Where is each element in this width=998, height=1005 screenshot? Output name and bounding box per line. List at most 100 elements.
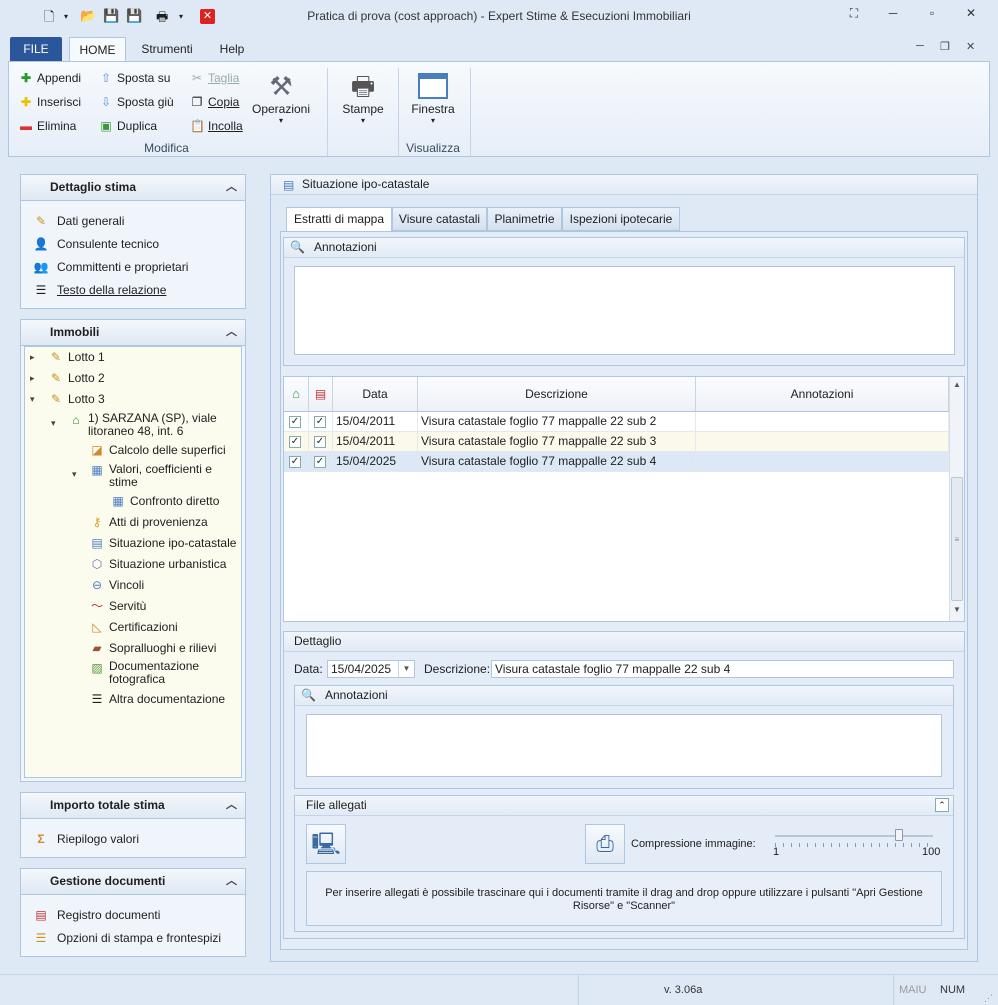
move-up-button[interactable]: ⇧ Sposta su	[99, 69, 170, 87]
tree-node-foto[interactable]: ▨ Documentazione fotografica	[89, 660, 219, 686]
resize-grip-icon[interactable]: ⋰	[984, 993, 993, 1004]
cell-data[interactable]: 15/04/2011	[333, 432, 418, 452]
annotazioni-textarea[interactable]	[294, 266, 955, 355]
ribbon-minimize-icon[interactable]: ─	[916, 40, 924, 52]
tab-estratti-mappa[interactable]: Estratti di mappa	[286, 207, 392, 232]
cell-annotazioni[interactable]	[696, 432, 949, 452]
cell-descrizione[interactable]: Visura catastale foglio 77 mappalle 22 s…	[418, 412, 696, 432]
ribbon-restore-icon[interactable]: ❐	[940, 40, 950, 53]
cell-descrizione[interactable]: Visura catastale foglio 77 mappalle 22 s…	[418, 452, 696, 472]
scroll-down-icon[interactable]: ▼	[950, 605, 964, 614]
column-header-data[interactable]: Data	[333, 377, 418, 412]
tab-file[interactable]: FILE	[10, 37, 62, 62]
chevron-up-icon[interactable]: ︿	[226, 175, 237, 200]
column-header-descrizione[interactable]: Descrizione	[418, 377, 696, 412]
tree-node-property[interactable]: ⌂ 1) SARZANA (SP), viale litoraneo 48, in…	[68, 412, 228, 438]
tab-ispezioni-ipotecarie[interactable]: Ispezioni ipotecarie	[562, 207, 680, 231]
tree-node-lotto-3[interactable]: ✎ Lotto 3	[48, 391, 105, 407]
chevron-up-icon[interactable]: ︿	[226, 869, 237, 894]
cell-data[interactable]: 15/04/2025	[333, 452, 418, 472]
checkbox-pdf[interactable]: ✓	[289, 456, 301, 468]
cell-annotazioni[interactable]	[696, 412, 949, 432]
checkbox-pdf[interactable]: ✓	[289, 436, 301, 448]
chevron-up-icon[interactable]: ︿	[226, 793, 237, 818]
fullscreen-icon[interactable]: ⛶	[844, 6, 864, 26]
tree-node-servitu[interactable]: 〜 Servitù	[89, 598, 146, 614]
tree-node-altra-doc[interactable]: ☰ Altra documentazione	[89, 691, 225, 707]
data-datepicker[interactable]: 15/04/2025 ▼	[327, 660, 415, 678]
expand-icon[interactable]: ▸	[30, 352, 35, 363]
tree-node-confronto[interactable]: ▦ Confronto diretto	[110, 493, 219, 509]
descrizione-input[interactable]: Visura catastale foglio 77 mappalle 22 s…	[491, 660, 954, 678]
collapse-icon[interactable]: ▾	[30, 394, 35, 405]
table-row[interactable]: ✓ ✓ 15/04/2011 Visura catastale foglio 7…	[284, 432, 949, 452]
nav-dati-generali[interactable]: ✎ Dati generali	[21, 209, 245, 232]
column-header-pdf[interactable]: ⌂	[284, 377, 309, 412]
compression-slider[interactable]	[775, 828, 935, 854]
cut-button[interactable]: ✂ Taglia	[190, 69, 239, 87]
slider-thumb[interactable]	[894, 829, 903, 841]
tree-node-certificazioni[interactable]: ◺ Certificazioni	[89, 619, 177, 635]
panel-header[interactable]: Dettaglio stima ︿	[21, 175, 245, 201]
collapse-icon[interactable]: ▾	[51, 418, 56, 429]
nav-committenti[interactable]: 👥 Committenti e proprietari	[21, 255, 245, 278]
vertical-scrollbar[interactable]: ▲ ≡ ▼	[949, 377, 964, 621]
scroll-up-icon[interactable]: ▲	[950, 377, 964, 393]
tree-node-superfici[interactable]: ◪ Calcolo delle superfici	[89, 442, 225, 458]
cell-annotazioni[interactable]	[696, 452, 949, 472]
tree-node-vincoli[interactable]: ⊖ Vincoli	[89, 577, 144, 593]
collapse-icon[interactable]: ▾	[72, 469, 77, 480]
tree-node-sopralluoghi[interactable]: ▰ Sopralluoghi e rilievi	[89, 640, 216, 656]
checkbox-print[interactable]: ✓	[314, 416, 326, 428]
insert-button[interactable]: ✚ Inserisci	[19, 93, 81, 111]
paste-button[interactable]: 📋 Incolla	[190, 117, 243, 135]
scrollbar-thumb[interactable]: ≡	[951, 477, 963, 601]
column-header-annotazioni[interactable]: Annotazioni	[696, 377, 949, 412]
tree-node-lotto-2[interactable]: ✎ Lotto 2	[48, 370, 105, 386]
restore-icon[interactable]: ▫	[922, 6, 942, 26]
dettaglio-annotazioni-textarea[interactable]	[306, 714, 942, 777]
checkbox-pdf[interactable]: ✓	[289, 416, 301, 428]
duplicate-button[interactable]: ▣ Duplica	[99, 117, 157, 135]
close-window-icon[interactable]: ✕	[961, 6, 981, 26]
cell-descrizione[interactable]: Visura catastale foglio 77 mappalle 22 s…	[418, 432, 696, 452]
checkbox-print[interactable]: ✓	[314, 436, 326, 448]
table-row-selected[interactable]: ✓ ✓ 15/04/2025 Visura catastale foglio 7…	[284, 452, 949, 472]
window-button[interactable]: Finestra ▾	[407, 70, 459, 125]
column-header-print[interactable]: ▤	[309, 377, 333, 412]
open-explorer-button[interactable]: 🖳	[306, 824, 346, 864]
collapse-group-icon[interactable]: ⌃	[935, 798, 949, 812]
tab-visure-catastali[interactable]: Visure catastali	[392, 207, 487, 231]
cell-data[interactable]: 15/04/2011	[333, 412, 418, 432]
tab-home[interactable]: HOME	[69, 37, 126, 62]
delete-button[interactable]: ▬ Elimina	[19, 117, 76, 135]
panel-header[interactable]: Gestione documenti ︿	[21, 869, 245, 895]
tree-node-urbanistica[interactable]: ⬡ Situazione urbanistica	[89, 556, 227, 572]
panel-header[interactable]: Immobili ︿	[21, 320, 245, 346]
tree-node-ipo-catastale[interactable]: ▤ Situazione ipo-catastale	[89, 535, 236, 551]
tree-node-lotto-1[interactable]: ✎ Lotto 1	[48, 349, 105, 365]
tab-help[interactable]: Help	[210, 37, 254, 62]
tab-strumenti[interactable]: Strumenti	[134, 37, 200, 62]
copy-button[interactable]: ❐ Copia	[190, 93, 240, 111]
checkbox-print[interactable]: ✓	[314, 456, 326, 468]
expand-icon[interactable]: ▸	[30, 373, 35, 384]
drop-zone-hint[interactable]: Per inserire allegati è possibile trasci…	[306, 871, 942, 926]
scanner-button[interactable]: ⎙	[585, 824, 625, 864]
dropdown-arrow-icon[interactable]: ▼	[398, 661, 414, 677]
tab-planimetrie[interactable]: Planimetrie	[487, 207, 562, 231]
panel-header[interactable]: Importo totale stima ︿	[21, 793, 245, 819]
tree-node-atti[interactable]: ⚷ Atti di provenienza	[89, 514, 208, 530]
append-button[interactable]: ✚ Appendi	[19, 69, 81, 87]
nav-registro-documenti[interactable]: ▤ Registro documenti	[21, 903, 245, 926]
tree-node-valori[interactable]: ▦ Valori, coefficienti e stime	[89, 462, 229, 489]
chevron-up-icon[interactable]: ︿	[226, 320, 237, 345]
nav-riepilogo-valori[interactable]: Σ Riepilogo valori	[21, 827, 245, 850]
nav-opzioni-stampa[interactable]: ☰ Opzioni di stampa e frontespizi	[21, 926, 245, 949]
move-down-button[interactable]: ⇩ Sposta giù	[99, 93, 174, 111]
print-button[interactable]: 🖶 Stampe ▾	[337, 70, 389, 125]
table-row[interactable]: ✓ ✓ 15/04/2011 Visura catastale foglio 7…	[284, 412, 949, 432]
minimize-icon[interactable]: ─	[883, 6, 903, 26]
nav-consulente-tecnico[interactable]: 👤 Consulente tecnico	[21, 232, 245, 255]
nav-testo-relazione[interactable]: ☰ Testo della relazione	[21, 278, 245, 301]
